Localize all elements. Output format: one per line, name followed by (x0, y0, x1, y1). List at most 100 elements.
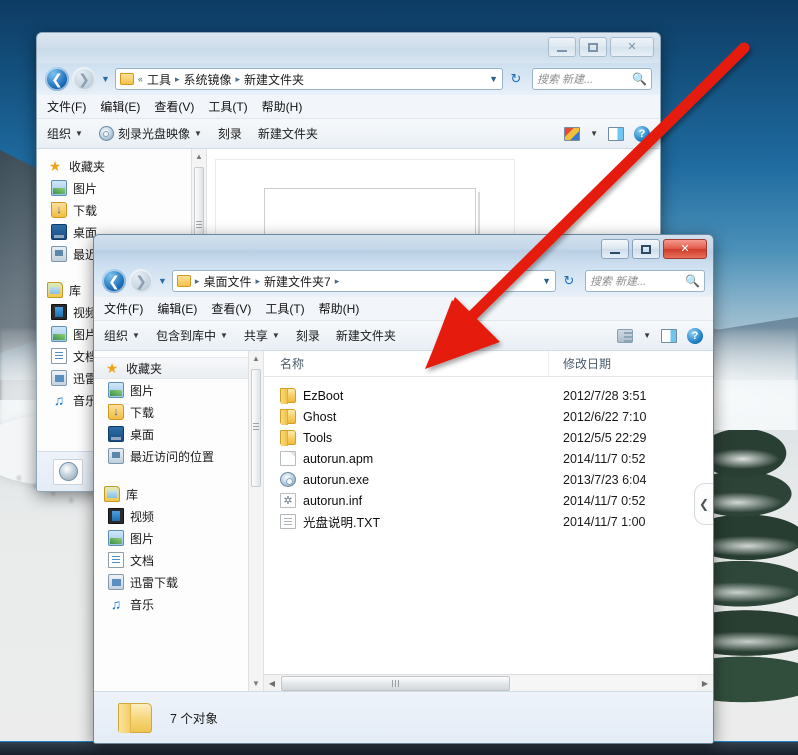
breadcrumb-2[interactable]: 新建文件夹7 (264, 273, 331, 290)
new-folder-button-background[interactable]: 新建文件夹 (258, 125, 318, 142)
forward-button-background[interactable]: ❯ (72, 67, 96, 91)
background-window-controls[interactable]: ✕ (548, 37, 654, 57)
menu-tools[interactable]: 工具(T) (265, 300, 304, 317)
table-row[interactable]: autorun.apm 2014/11/7 0:52 (264, 448, 713, 469)
recent-pages-caret[interactable]: ▼ (158, 276, 167, 286)
front-address-row[interactable]: ❮ ❯ ▼ ▸ 桌面文件 ▸ 新建文件夹7 ▸ ▼ ↻ 搜索 新建... 🔍 (94, 265, 713, 297)
menu-bar[interactable]: 文件(F) 编辑(E) 查看(V) 工具(T) 帮助(H) (94, 297, 713, 321)
menu-help-background[interactable]: 帮助(H) (262, 98, 303, 115)
column-header-name[interactable]: 名称 (264, 351, 549, 376)
breadcrumb-1-background[interactable]: 工具 (147, 71, 171, 88)
toolbar-background[interactable]: 组织 ▼ 刻录光盘映像 ▼ 刻录 新建文件夹 ▼ ? (37, 119, 660, 149)
table-row[interactable]: Ghost 2012/6/22 7:10 (264, 406, 713, 427)
close-button-background[interactable]: ✕ (610, 37, 654, 57)
burn-button[interactable]: 刻录 (296, 327, 320, 344)
address-bar-background[interactable]: « 工具 ▸ 系统镜像 ▸ 新建文件夹 ▼ (115, 68, 503, 90)
toolbar[interactable]: 组织 ▼ 包含到库中 ▼ 共享 ▼ 刻录 新建文件夹 ▼ ? (94, 321, 713, 351)
preview-pane-icon[interactable] (661, 329, 677, 343)
menu-view-background[interactable]: 查看(V) (154, 98, 194, 115)
burn-disc-image-button-background[interactable]: 刻录光盘映像 ▼ (99, 125, 202, 142)
file-name-cell[interactable]: EzBoot (264, 388, 549, 403)
file-rows[interactable]: EzBoot 2012/7/28 3:51 Ghost 2012/6/22 7:… (264, 377, 713, 674)
table-row[interactable]: Tools 2012/5/5 22:29 (264, 427, 713, 448)
refresh-button-background[interactable]: ↻ (506, 69, 526, 89)
sidebar-item-documents[interactable]: 文档 (94, 549, 263, 571)
preview-pane-expand-button[interactable]: ❮ (694, 483, 713, 525)
view-mode-icon[interactable] (617, 329, 633, 343)
file-name-cell[interactable]: autorun.inf (264, 493, 549, 508)
horizontal-scroll-thumb[interactable] (281, 676, 510, 691)
search-box[interactable]: 搜索 新建... 🔍 (585, 270, 705, 292)
sidebar-item-pictures-library[interactable]: 图片 (94, 527, 263, 549)
breadcrumb-3-background[interactable]: 新建文件夹 (244, 71, 304, 88)
organize-button[interactable]: 组织 ▼ (104, 327, 140, 344)
minimize-button-background[interactable] (548, 37, 576, 57)
background-address-row[interactable]: ❮ ❯ ▼ « 工具 ▸ 系统镜像 ▸ 新建文件夹 ▼ ↻ 搜索 新建... 🔍 (37, 63, 660, 95)
scroll-right-button[interactable]: ▶ (697, 679, 713, 688)
search-box-background[interactable]: 搜索 新建... 🔍 (532, 68, 652, 90)
file-list-pane[interactable]: 名称 修改日期 EzBoot 2012/7/28 3:51 Ghost (264, 351, 713, 691)
sidebar-item-downloads-background[interactable]: 下载 (37, 199, 206, 221)
nav-scroll-up-button[interactable]: ▲ (249, 351, 263, 366)
sidebar-item-pictures-background[interactable]: 图片 (37, 177, 206, 199)
back-button-background[interactable]: ❮ (45, 67, 69, 91)
maximize-button[interactable] (632, 239, 660, 259)
scroll-left-button[interactable]: ◀ (264, 679, 280, 688)
nav-scroll-down-button[interactable]: ▼ (249, 676, 263, 691)
sidebar-item-recent-places[interactable]: 最近访问的位置 (94, 445, 263, 467)
menu-tools-background[interactable]: 工具(T) (208, 98, 247, 115)
horizontal-scroll-track[interactable] (280, 676, 697, 691)
help-icon[interactable]: ? (687, 328, 703, 344)
address-dropdown-caret[interactable]: ▼ (536, 276, 551, 286)
menu-file-background[interactable]: 文件(F) (47, 98, 86, 115)
forward-button[interactable]: ❯ (129, 269, 153, 293)
horizontal-scrollbar[interactable]: ◀ ▶ (264, 674, 713, 691)
table-row[interactable]: autorun.inf 2014/11/7 0:52 (264, 490, 713, 511)
back-button[interactable]: ❮ (102, 269, 126, 293)
table-row[interactable]: 光盘说明.TXT 2014/11/7 1:00 (264, 511, 713, 532)
organize-button-background[interactable]: 组织 ▼ (47, 125, 83, 142)
nav-scroll-up-background[interactable]: ▲ (192, 149, 206, 164)
chevron-down-icon-views[interactable]: ▼ (643, 331, 651, 340)
table-row[interactable]: autorun.exe 2013/7/23 6:04 (264, 469, 713, 490)
sidebar-favorites-header[interactable]: ★ 收藏夹 (94, 357, 263, 379)
preview-pane-icon-background[interactable] (608, 127, 624, 141)
share-button[interactable]: 共享 ▼ (244, 327, 280, 344)
file-name-cell[interactable]: autorun.exe (264, 472, 549, 487)
sidebar-item-pictures[interactable]: 图片 (94, 379, 263, 401)
view-mode-icon-background[interactable] (564, 127, 580, 141)
address-dropdown-caret-background[interactable]: ▼ (483, 74, 498, 84)
include-in-library-button[interactable]: 包含到库中 ▼ (156, 327, 228, 344)
minimize-button[interactable] (601, 239, 629, 259)
nav-scrollbar[interactable]: ▲ ▼ (248, 351, 263, 691)
column-headers[interactable]: 名称 修改日期 (264, 351, 713, 377)
front-window-controls[interactable]: ✕ (601, 239, 707, 259)
menu-bar-background[interactable]: 文件(F) 编辑(E) 查看(V) 工具(T) 帮助(H) (37, 95, 660, 119)
breadcrumb-1[interactable]: 桌面文件 (203, 273, 251, 290)
close-button[interactable]: ✕ (663, 239, 707, 259)
front-window-titlebar[interactable]: ✕ (94, 235, 713, 265)
navigation-pane[interactable]: ★ 收藏夹 图片 下载 桌面 最近访问的位置 库 (94, 351, 264, 691)
table-row[interactable]: EzBoot 2012/7/28 3:51 (264, 385, 713, 406)
burn-button-background[interactable]: 刻录 (218, 125, 242, 142)
help-icon-background[interactable]: ? (634, 126, 650, 142)
column-header-date[interactable]: 修改日期 (549, 351, 713, 376)
file-name-cell[interactable]: 光盘说明.TXT (264, 512, 549, 531)
address-bar[interactable]: ▸ 桌面文件 ▸ 新建文件夹7 ▸ ▼ (172, 270, 556, 292)
recent-pages-caret-background[interactable]: ▼ (101, 74, 110, 84)
maximize-button-background[interactable] (579, 37, 607, 57)
sidebar-favorites-header-background[interactable]: ★ 收藏夹 (37, 155, 206, 177)
sidebar-item-thunder-download[interactable]: 迅雷下载 (94, 571, 263, 593)
menu-file[interactable]: 文件(F) (104, 300, 143, 317)
menu-edit[interactable]: 编辑(E) (157, 300, 197, 317)
file-name-cell[interactable]: Ghost (264, 409, 549, 424)
sidebar-item-videos[interactable]: 视频 (94, 505, 263, 527)
sidebar-item-desktop[interactable]: 桌面 (94, 423, 263, 445)
sidebar-libraries-header[interactable]: 库 (94, 483, 263, 505)
refresh-button[interactable]: ↻ (559, 271, 579, 291)
breadcrumb-2-background[interactable]: 系统镜像 (183, 71, 231, 88)
menu-edit-background[interactable]: 编辑(E) (100, 98, 140, 115)
explorer-window-front[interactable]: ✕ ❮ ❯ ▼ ▸ 桌面文件 ▸ 新建文件夹7 ▸ ▼ ↻ 搜索 新建... 🔍… (93, 234, 714, 744)
menu-view[interactable]: 查看(V) (211, 300, 251, 317)
background-window-titlebar[interactable]: ✕ (37, 33, 660, 63)
